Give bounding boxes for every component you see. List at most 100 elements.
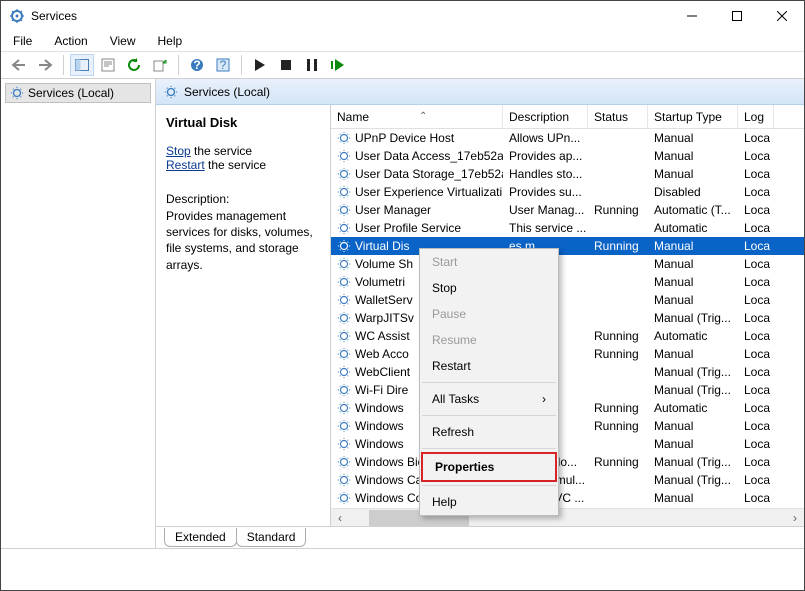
service-row[interactable]: Volumetrispatia...ManualLoca xyxy=(331,273,804,291)
cell-logon: Loca xyxy=(738,455,774,469)
service-row[interactable]: Volume Shes an...ManualLoca xyxy=(331,255,804,273)
export-button[interactable] xyxy=(148,54,172,76)
tab-standard[interactable]: Standard xyxy=(236,528,307,547)
column-log-on-as[interactable]: Log xyxy=(738,105,774,128)
help2-button[interactable]: ? xyxy=(211,54,235,76)
show-hide-tree-button[interactable] xyxy=(70,54,94,76)
menu-view[interactable]: View xyxy=(106,32,140,50)
service-row[interactable]: User Data Storage_17eb52afHandles sto...… xyxy=(331,165,804,183)
service-row[interactable]: Windowses Wi...ManualLoca xyxy=(331,435,804,453)
navigation-pane: Services (Local) xyxy=(1,79,156,548)
service-row[interactable]: WC Assistare ...RunningAutomaticLoca xyxy=(331,327,804,345)
status-bar xyxy=(1,548,804,570)
description-heading: Description: xyxy=(166,192,320,206)
cell-logon: Loca xyxy=(738,203,774,217)
nav-item-services-local[interactable]: Services (Local) xyxy=(5,83,151,103)
cell-startup: Manual (Trig... xyxy=(648,383,738,397)
cell-logon: Loca xyxy=(738,491,774,505)
back-button[interactable] xyxy=(7,54,31,76)
service-row[interactable]: WarpJITSves a Jl...Manual (Trig...Loca xyxy=(331,309,804,327)
help-button[interactable]: ? xyxy=(185,54,209,76)
column-name[interactable]: Name xyxy=(331,105,503,128)
ctx-refresh[interactable]: Refresh xyxy=(420,419,558,445)
services-list: Name Description Status Startup Type Log… xyxy=(331,105,804,526)
column-description[interactable]: Description xyxy=(503,105,588,128)
gear-icon xyxy=(337,491,351,505)
content-header: Services (Local) xyxy=(156,79,804,105)
service-row[interactable]: Virtual Dises m...RunningManualLoca xyxy=(331,237,804,255)
cell-logon: Loca xyxy=(738,473,774,487)
cell-startup: Automatic (T... xyxy=(648,203,738,217)
forward-button[interactable] xyxy=(33,54,57,76)
ctx-resume: Resume xyxy=(420,327,558,353)
restart-service-button[interactable] xyxy=(326,54,350,76)
ctx-properties[interactable]: Properties xyxy=(423,454,555,480)
service-row[interactable]: UPnP Device HostAllows UPn...ManualLoca xyxy=(331,129,804,147)
nav-item-label: Services (Local) xyxy=(28,86,114,100)
start-service-button[interactable] xyxy=(248,54,272,76)
ctx-stop[interactable]: Stop xyxy=(420,275,558,301)
ctx-all-tasks[interactable]: All Tasks xyxy=(420,386,558,412)
ctx-restart[interactable]: Restart xyxy=(420,353,558,379)
column-startup-type[interactable]: Startup Type xyxy=(648,105,738,128)
service-row[interactable]: User Profile ServiceThis service ...Auto… xyxy=(331,219,804,237)
maximize-button[interactable] xyxy=(714,1,759,31)
gear-icon xyxy=(337,167,351,181)
scroll-left-icon[interactable]: ‹ xyxy=(331,509,349,526)
services-app-icon xyxy=(9,8,25,24)
service-row[interactable]: WebClients Win...Manual (Trig...Loca xyxy=(331,363,804,381)
cell-description: Allows UPn... xyxy=(503,131,588,145)
gear-icon xyxy=(337,275,351,289)
gear-icon xyxy=(337,239,351,253)
minimize-button[interactable] xyxy=(669,1,714,31)
service-row[interactable]: Windows Connect Now - C...WCNCSVC ...Man… xyxy=(331,489,804,507)
service-row[interactable]: Windows Biometric ServiceThe Windo...Run… xyxy=(331,453,804,471)
column-status[interactable]: Status xyxy=(588,105,648,128)
cell-startup: Manual xyxy=(648,347,738,361)
scroll-right-icon[interactable]: › xyxy=(786,509,804,526)
service-row[interactable]: User Data Access_17eb52afProvides ap...M… xyxy=(331,147,804,165)
service-row[interactable]: WalletServbjec...ManualLoca xyxy=(331,291,804,309)
cell-logon: Loca xyxy=(738,275,774,289)
pause-service-button[interactable] xyxy=(300,54,324,76)
stop-service-link[interactable]: Stop xyxy=(166,144,191,158)
cell-startup: Automatic xyxy=(648,221,738,235)
cell-status: Running xyxy=(588,347,648,361)
service-row[interactable]: Wi-Fi Direes co...Manual (Trig...Loca xyxy=(331,381,804,399)
close-button[interactable] xyxy=(759,1,804,31)
service-row[interactable]: User Experience Virtualizati...Provides … xyxy=(331,183,804,201)
properties-button[interactable] xyxy=(96,54,120,76)
refresh-button[interactable] xyxy=(122,54,146,76)
cell-logon: Loca xyxy=(738,437,774,451)
restart-service-line: Restart the service xyxy=(166,158,320,172)
service-row[interactable]: Windows Camera Frame Se...Enables mul...… xyxy=(331,471,804,489)
stop-service-line: Stop the service xyxy=(166,144,320,158)
menu-action[interactable]: Action xyxy=(50,32,91,50)
service-row[interactable]: Windowses au...RunningManualLoca xyxy=(331,417,804,435)
service-row[interactable]: Web Accorvice ...RunningManualLoca xyxy=(331,345,804,363)
svg-text:?: ? xyxy=(193,58,200,72)
ctx-help[interactable]: Help xyxy=(420,489,558,515)
cell-status: Running xyxy=(588,419,648,433)
gear-icon xyxy=(337,383,351,397)
menu-bar: File Action View Help xyxy=(1,31,804,51)
cell-name: User Data Access_17eb52af xyxy=(331,149,503,163)
cell-logon: Loca xyxy=(738,419,774,433)
cell-startup: Manual (Trig... xyxy=(648,473,738,487)
cell-logon: Loca xyxy=(738,185,774,199)
menu-file[interactable]: File xyxy=(9,32,36,50)
window-title: Services xyxy=(31,9,669,23)
service-row[interactable]: User ManagerUser Manag...RunningAutomati… xyxy=(331,201,804,219)
stop-service-button[interactable] xyxy=(274,54,298,76)
cell-startup: Manual xyxy=(648,167,738,181)
horizontal-scrollbar[interactable]: ‹ › xyxy=(331,508,804,526)
menu-help[interactable]: Help xyxy=(154,32,187,50)
cell-startup: Manual xyxy=(648,437,738,451)
service-row[interactable]: Windowses au...RunningAutomaticLoca xyxy=(331,399,804,417)
cell-startup: Manual xyxy=(648,239,738,253)
restart-service-link[interactable]: Restart xyxy=(166,158,205,172)
gear-icon xyxy=(337,329,351,343)
gear-icon xyxy=(337,401,351,415)
tab-extended[interactable]: Extended xyxy=(164,528,237,547)
cell-logon: Loca xyxy=(738,365,774,379)
